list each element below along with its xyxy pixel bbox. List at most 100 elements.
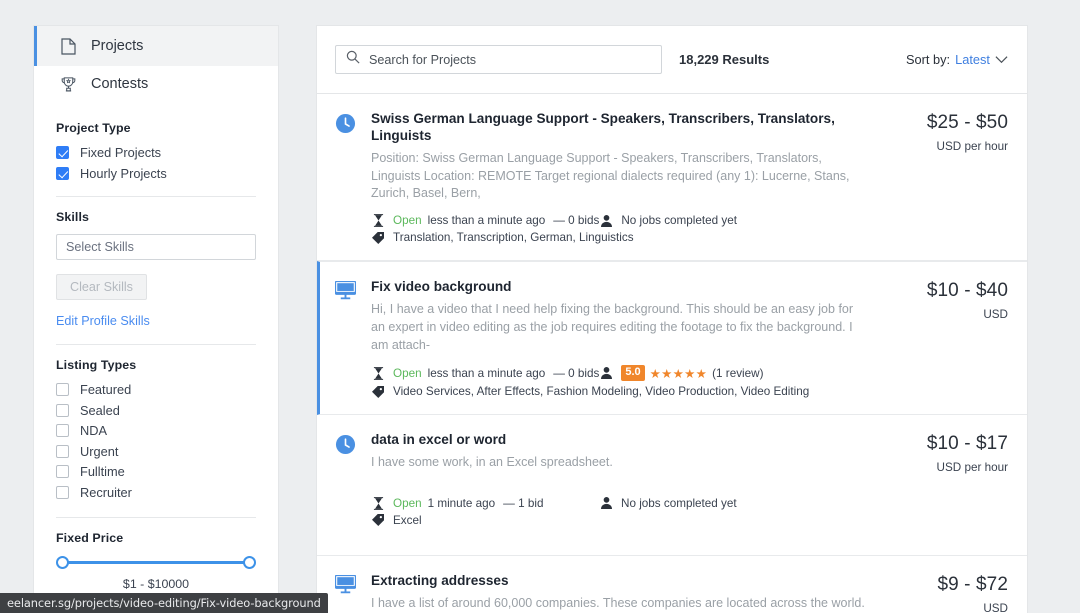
project-price-unit: USD per hour xyxy=(936,140,1008,153)
person-icon xyxy=(599,367,613,380)
person-icon xyxy=(599,497,613,510)
project-bidder-info: No jobs completed yet xyxy=(621,214,737,228)
project-price-block: $10 - $17 USD per hour xyxy=(882,432,1008,527)
checkbox-recruiter-box[interactable] xyxy=(56,485,69,499)
project-type-title: Project Type xyxy=(56,121,131,135)
results-toolbar: 18,229 Results Sort by: Latest xyxy=(316,25,1028,94)
checkbox-nda-box[interactable] xyxy=(56,424,69,438)
project-status: Open xyxy=(393,496,422,510)
status-bar-url: eelancer.sg/projects/video-editing/Fix-v… xyxy=(7,596,321,610)
project-card-body: Fix video background Hi, I have a video … xyxy=(371,279,882,398)
checkbox-hourly-projects-box[interactable] xyxy=(56,166,69,180)
project-title[interactable]: Fix video background xyxy=(371,279,868,296)
project-bidder-group: No jobs completed yet xyxy=(599,214,737,227)
checkbox-urgent[interactable]: Urgent xyxy=(56,442,256,462)
filter-group-listing-types: Listing Types Featured Sealed NDA Urgent xyxy=(56,345,256,502)
project-bids: — 0 bids xyxy=(553,214,600,228)
project-meta-tags-row: Video Services, After Effects, Fashion M… xyxy=(371,385,868,398)
project-bids: — 1 bid xyxy=(503,496,544,510)
filter-group-fixed-price: Fixed Price $1 - $10000 xyxy=(56,518,256,591)
project-time: less than a minute ago xyxy=(427,214,546,228)
tag-icon xyxy=(371,514,385,527)
project-card[interactable]: data in excel or word I have some work, … xyxy=(317,415,1027,556)
monitor-icon xyxy=(334,574,356,597)
project-rating-group: 5.0 ★★★★★ (1 review) xyxy=(599,365,763,382)
project-description: Position: Swiss German Language Support … xyxy=(371,150,850,201)
clock-icon xyxy=(334,434,356,456)
search-box[interactable] xyxy=(335,45,662,74)
projects-results-panel: 18,229 Results Sort by: Latest xyxy=(316,25,1028,613)
checkbox-nda[interactable]: NDA xyxy=(56,421,256,441)
star-rating-icon: ★★★★★ xyxy=(649,366,708,381)
project-bids: — 0 bids xyxy=(553,366,600,380)
project-meta-tags-row: Translation, Transcription, German, Ling… xyxy=(371,231,868,244)
checkbox-sealed-label: Sealed xyxy=(80,402,120,418)
search-input[interactable] xyxy=(369,52,651,67)
project-price-block: $25 - $50 USD per hour xyxy=(882,111,1008,244)
project-title[interactable]: Swiss German Language Support - Speakers… xyxy=(371,111,868,145)
checkbox-featured-box[interactable] xyxy=(56,383,69,397)
project-time: 1 minute ago xyxy=(427,496,496,510)
sidebar-item-contests-label: Contests xyxy=(91,76,149,93)
checkbox-hourly-projects-label: Hourly Projects xyxy=(80,165,167,181)
document-icon xyxy=(59,37,77,55)
project-title[interactable]: Extracting addresses xyxy=(371,573,868,590)
checkbox-fulltime-box[interactable] xyxy=(56,465,69,479)
checkbox-sealed-box[interactable] xyxy=(56,403,69,417)
project-status-group: Open less than a minute ago — 0 bids xyxy=(371,214,599,227)
checkbox-hourly-projects[interactable]: Hourly Projects xyxy=(56,164,256,184)
project-tags: Excel xyxy=(393,513,422,527)
project-cards-list: Swiss German Language Support - Speakers… xyxy=(316,94,1028,613)
checkbox-urgent-box[interactable] xyxy=(56,444,69,458)
project-tags: Translation, Transcription, German, Ling… xyxy=(393,231,634,245)
project-meta-status-row: Open less than a minute ago — 0 bids No … xyxy=(371,214,868,227)
fixed-price-slider-track xyxy=(62,561,250,564)
checkbox-featured[interactable]: Featured xyxy=(56,380,256,400)
project-price-unit: USD xyxy=(983,601,1008,613)
sidebar-item-contests[interactable]: Contests xyxy=(34,66,278,103)
checkbox-fulltime-label: Fulltime xyxy=(80,464,125,480)
fixed-price-slider[interactable] xyxy=(56,554,256,571)
person-icon xyxy=(599,214,613,227)
project-status: Open xyxy=(393,366,422,380)
project-card[interactable]: Extracting addresses I have a list of ar… xyxy=(317,555,1027,613)
project-title[interactable]: data in excel or word xyxy=(371,432,868,449)
filter-group-project-type: Project Type Fixed Projects Hourly Proje… xyxy=(56,115,256,183)
project-price: $25 - $50 xyxy=(926,112,1008,133)
project-status-group: Open 1 minute ago — 1 bid xyxy=(371,497,599,510)
search-icon xyxy=(346,50,360,69)
edit-profile-skills-link[interactable]: Edit Profile Skills xyxy=(56,314,256,328)
project-card[interactable]: Swiss German Language Support - Speakers… xyxy=(317,94,1027,262)
project-price-unit: USD per hour xyxy=(936,461,1008,475)
browse-projects-page: Projects Contests Project Type Fixed Pro… xyxy=(0,0,1080,613)
project-card[interactable]: Fix video background Hi, I have a video … xyxy=(317,261,1027,416)
project-price-block: $10 - $40 USD xyxy=(882,279,1008,398)
project-price: $9 - $72 xyxy=(937,573,1008,595)
sort-by-value: Latest xyxy=(955,52,990,67)
project-description: I have a list of around 60,000 companies… xyxy=(371,595,865,610)
checkbox-fulltime[interactable]: Fulltime xyxy=(56,462,256,482)
checkbox-recruiter[interactable]: Recruiter xyxy=(56,483,256,503)
fixed-price-slider-handle-min[interactable] xyxy=(56,555,69,569)
checkbox-fixed-projects[interactable]: Fixed Projects xyxy=(56,143,256,163)
project-status-group: Open less than a minute ago — 0 bids xyxy=(371,367,599,380)
results-count: 18,229 Results xyxy=(679,52,770,67)
project-card-body: Swiss German Language Support - Speakers… xyxy=(371,111,882,244)
clear-skills-button[interactable]: Clear Skills xyxy=(56,274,147,300)
project-card-body: data in excel or word I have some work, … xyxy=(371,432,882,527)
checkbox-featured-label: Featured xyxy=(80,382,132,398)
checkbox-sealed[interactable]: Sealed xyxy=(56,401,256,421)
chevron-down-icon xyxy=(995,55,1008,64)
checkbox-nda-label: NDA xyxy=(80,423,108,439)
filters-sidebar: Projects Contests Project Type Fixed Pro… xyxy=(33,25,279,613)
select-skills-input[interactable] xyxy=(56,234,256,260)
sidebar-item-projects[interactable]: Projects xyxy=(34,26,278,66)
checkbox-fixed-projects-box[interactable] xyxy=(56,146,69,160)
sort-by-dropdown[interactable]: Sort by: Latest xyxy=(906,52,1008,67)
fixed-price-slider-handle-max[interactable] xyxy=(243,555,256,569)
browser-status-bar: eelancer.sg/projects/video-editing/Fix-v… xyxy=(0,593,328,613)
hourglass-icon xyxy=(371,214,385,228)
skills-title: Skills xyxy=(56,210,89,224)
project-price: $10 - $40 xyxy=(926,280,1008,302)
filters-panel: Project Type Fixed Projects Hourly Proje… xyxy=(34,103,278,613)
